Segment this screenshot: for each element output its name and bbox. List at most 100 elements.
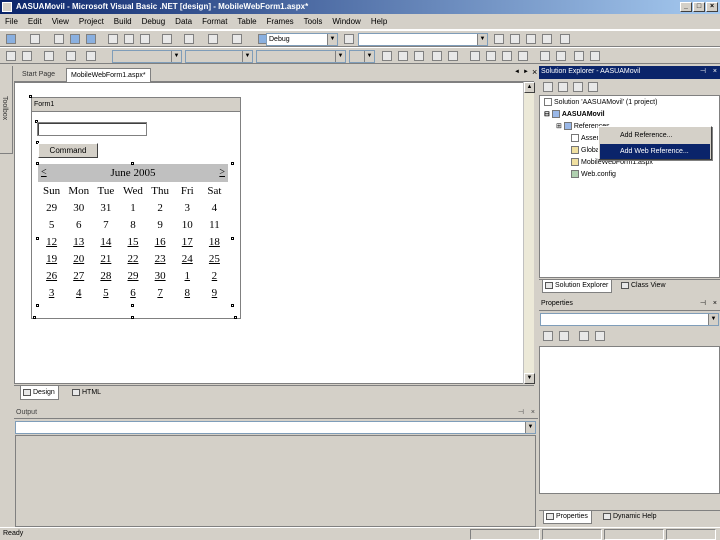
vertical-scrollbar[interactable]: ▲ ▼ xyxy=(523,82,535,384)
resize-handle[interactable] xyxy=(36,304,39,307)
toolbox-icon[interactable] xyxy=(526,34,536,44)
calendar-day-link[interactable]: 22 xyxy=(119,251,146,268)
tab-design[interactable]: Design xyxy=(20,386,59,400)
pin-icon[interactable]: ⊣ xyxy=(700,298,706,310)
align-center-icon[interactable] xyxy=(486,51,496,61)
align-left-icon[interactable] xyxy=(470,51,480,61)
scroll-down-icon[interactable]: ▼ xyxy=(524,373,535,384)
resize-handle[interactable] xyxy=(36,162,39,165)
calendar-day-link[interactable]: 3 xyxy=(38,284,65,301)
new-project-icon[interactable] xyxy=(6,34,16,44)
menu-build[interactable]: Build xyxy=(109,14,137,30)
menu-frames[interactable]: Frames xyxy=(262,14,299,30)
resize-handle[interactable] xyxy=(131,162,134,165)
close-icon[interactable]: × xyxy=(713,66,717,78)
grid-icon[interactable] xyxy=(86,51,96,61)
close-icon[interactable]: × xyxy=(531,407,535,418)
pin-icon[interactable]: ⊣ xyxy=(518,407,524,418)
bulleted-list-icon[interactable] xyxy=(556,51,566,61)
menu-item-add-reference[interactable]: Add Reference... xyxy=(600,128,710,143)
calendar-day-link[interactable]: 28 xyxy=(92,267,119,284)
calendar-day-link[interactable]: 2 xyxy=(201,267,228,284)
calendar-day-link[interactable]: 4 xyxy=(65,284,92,301)
block-format-combo[interactable]: ▼ xyxy=(112,50,182,63)
close-document-icon[interactable]: × xyxy=(532,67,537,77)
tab-dynamic-help[interactable]: Dynamic Help xyxy=(601,511,660,524)
outdent-icon[interactable] xyxy=(590,51,600,61)
undo-icon[interactable] xyxy=(162,34,172,44)
calendar-day[interactable]: 5 xyxy=(38,217,65,234)
navigate-forward-icon[interactable] xyxy=(232,34,242,44)
calendar-day[interactable]: 30 xyxy=(65,200,92,217)
calendar-day[interactable]: 7 xyxy=(92,217,119,234)
scroll-up-icon[interactable]: ▲ xyxy=(524,82,535,93)
find-combo[interactable]: ▼ xyxy=(358,33,488,46)
calendar-day-link[interactable]: 16 xyxy=(147,234,174,251)
menu-file[interactable]: File xyxy=(0,14,23,30)
calendar-control[interactable]: < June 2005 > Sun Mon Tue Wed Thu Fri Sa… xyxy=(38,164,228,304)
calendar-day[interactable]: 1 xyxy=(119,200,146,217)
chevron-down-icon[interactable]: ▼ xyxy=(242,51,252,62)
properties-icon[interactable] xyxy=(510,34,520,44)
calendar-prev-link[interactable]: < xyxy=(41,164,47,182)
output-source-combo[interactable]: ▼ xyxy=(15,421,536,434)
calendar-day-link[interactable]: 14 xyxy=(92,234,119,251)
calendar-day-link[interactable]: 9 xyxy=(201,284,228,301)
property-grid[interactable] xyxy=(539,346,720,494)
pin-icon[interactable]: ⊣ xyxy=(700,66,706,78)
add-item-icon[interactable] xyxy=(30,34,40,44)
tab-scroll-left-icon[interactable]: ◄ xyxy=(514,69,520,75)
open-icon[interactable] xyxy=(54,34,64,44)
calendar-day-link[interactable]: 23 xyxy=(147,251,174,268)
calendar-next-link[interactable]: > xyxy=(219,164,225,182)
menu-debug[interactable]: Debug xyxy=(137,14,171,30)
calendar-day-link[interactable]: 27 xyxy=(65,267,92,284)
calendar-day[interactable]: 8 xyxy=(119,217,146,234)
italic-icon[interactable] xyxy=(398,51,408,61)
calendar-day[interactable]: 2 xyxy=(147,200,174,217)
resize-handle[interactable] xyxy=(131,304,134,307)
layout-icon[interactable] xyxy=(44,51,54,61)
align-right-icon[interactable] xyxy=(502,51,512,61)
tab-solution-explorer[interactable]: Solution Explorer xyxy=(542,280,613,293)
chevron-down-icon[interactable]: ▼ xyxy=(335,51,345,62)
font-name-combo[interactable]: ▼ xyxy=(185,50,253,63)
properties-icon[interactable] xyxy=(543,82,553,92)
calendar-day-link[interactable]: 15 xyxy=(119,234,146,251)
numbered-list-icon[interactable] xyxy=(540,51,550,61)
categorized-icon[interactable] xyxy=(543,331,553,341)
table-icon[interactable] xyxy=(6,51,16,61)
tree-node-project[interactable]: ⊟ AASUAMovil xyxy=(544,110,605,120)
tab-mobilewebform1[interactable]: MobileWebForm1.aspx* xyxy=(66,68,151,82)
tree-node-solution[interactable]: Solution 'AASUAMovil' (1 project) xyxy=(544,98,657,108)
tab-html[interactable]: HTML xyxy=(70,386,104,400)
calendar-day-link[interactable]: 30 xyxy=(147,267,174,284)
copy-icon[interactable] xyxy=(124,34,134,44)
calendar-day-link[interactable]: 5 xyxy=(92,284,119,301)
properties-view-icon[interactable] xyxy=(595,331,605,341)
chevron-down-icon[interactable]: ▼ xyxy=(477,34,487,45)
copy-project-icon[interactable] xyxy=(588,82,598,92)
indent-icon[interactable] xyxy=(574,51,584,61)
tab-class-view[interactable]: Class View xyxy=(619,280,669,293)
font-size-combo[interactable]: ▼ xyxy=(349,50,375,63)
chevron-down-icon[interactable]: ▼ xyxy=(364,51,374,62)
menu-table[interactable]: Table xyxy=(232,14,261,30)
output-text-area[interactable] xyxy=(15,435,536,527)
calendar-day[interactable]: 3 xyxy=(174,200,201,217)
calendar-day[interactable]: 6 xyxy=(65,217,92,234)
tab-start-page[interactable]: Start Page xyxy=(18,68,59,82)
solution-explorer-icon[interactable] xyxy=(494,34,504,44)
refresh-icon[interactable] xyxy=(558,82,568,92)
calendar-day[interactable]: 4 xyxy=(201,200,228,217)
fore-color-icon[interactable] xyxy=(432,51,442,61)
maximize-button[interactable]: □ xyxy=(693,2,705,12)
resize-handle[interactable] xyxy=(131,316,134,319)
menu-window[interactable]: Window xyxy=(327,14,365,30)
close-button[interactable]: × xyxy=(706,2,718,12)
underline-icon[interactable] xyxy=(414,51,424,61)
close-icon[interactable]: × xyxy=(713,298,717,310)
calendar-day-link[interactable]: 8 xyxy=(174,284,201,301)
object-selector-combo[interactable]: ▼ xyxy=(540,313,719,326)
menu-help[interactable]: Help xyxy=(366,14,392,30)
